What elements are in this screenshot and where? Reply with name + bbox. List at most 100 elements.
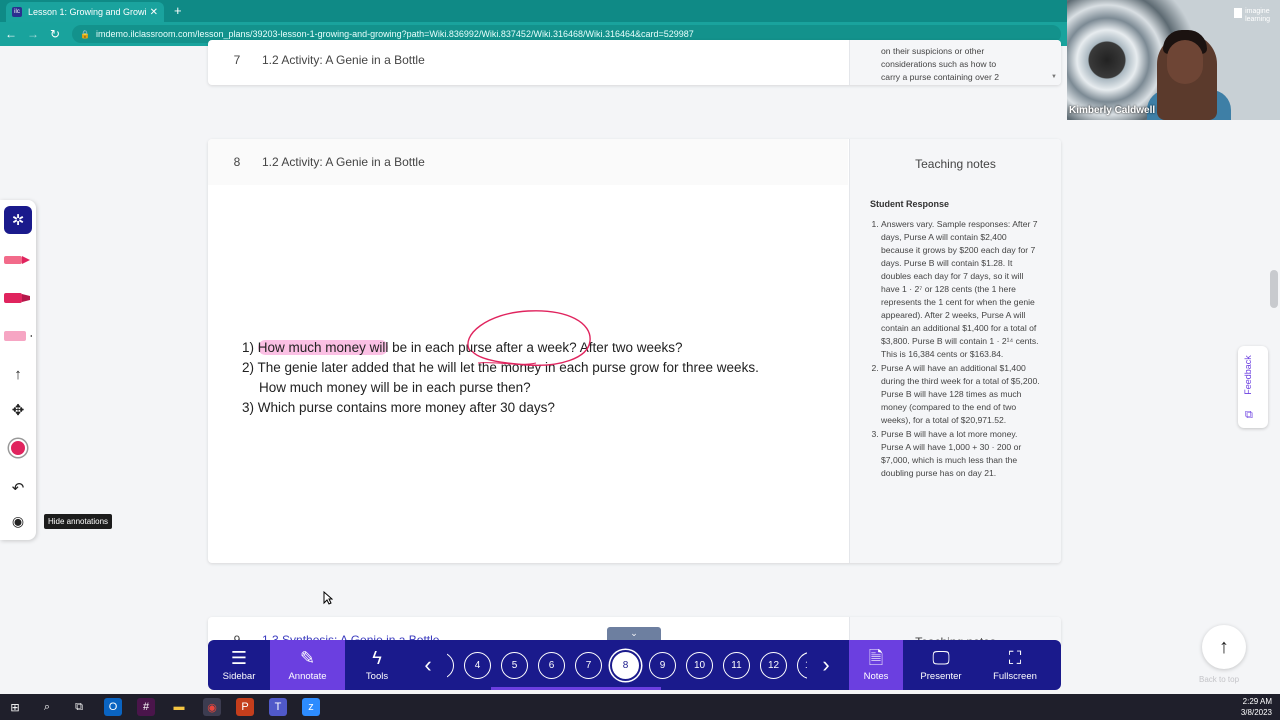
question-text: How much money will be in each purse the…	[259, 380, 531, 395]
hide-annotations-eye-icon[interactable]: ◉	[4, 507, 32, 535]
question-number: 1)	[242, 340, 255, 355]
slide-number: 7	[233, 53, 241, 67]
notes-line: considerations such as how to	[881, 59, 997, 69]
page-button-current[interactable]: 8	[612, 651, 639, 679]
page-button[interactable]: 6	[538, 651, 565, 679]
lightning-icon: ϟ	[372, 648, 382, 668]
question-3: 3) Which purse contains more money after…	[242, 398, 822, 418]
page-number-strip: 3 4 5 6 7 8 9 10 11 12 13	[447, 640, 807, 690]
tools-button[interactable]: ϟ Tools	[345, 640, 409, 690]
video-call-tile: imagine learning Kimberly Caldwell	[1067, 0, 1280, 120]
previous-page-button[interactable]: ‹	[409, 640, 447, 690]
page-button[interactable]: 12	[760, 651, 787, 679]
outlook-icon[interactable]: O	[104, 698, 122, 716]
page-button[interactable]: 9	[649, 651, 676, 679]
annotate-button[interactable]: ✎ Annotate	[270, 640, 345, 690]
pen-icon[interactable]	[4, 246, 32, 274]
chrome-icon[interactable]: ◉	[203, 698, 221, 716]
feedback-label: Feedback	[1242, 355, 1253, 395]
lock-icon: 🔒	[80, 29, 90, 39]
clock-date: 3/8/2023	[1240, 708, 1272, 717]
progress-bar	[491, 687, 661, 690]
page-button[interactable]: 7	[575, 651, 602, 679]
zoom-icon[interactable]: z	[302, 698, 320, 716]
response-item: Purse B will have a lot more money. Purs…	[881, 428, 1041, 480]
arrow-tool-icon[interactable]: ↑	[4, 360, 32, 388]
close-tab-icon[interactable]: ✕	[150, 7, 158, 18]
question-number: 2)	[242, 360, 255, 375]
teaching-notes-panel: Teaching notes Student Response Answers …	[849, 139, 1061, 563]
imagine-learning-logo: imagine learning	[1234, 8, 1270, 24]
page-button[interactable]: 10	[686, 651, 713, 679]
monitor-icon: 🖵	[932, 648, 950, 668]
presenter-button[interactable]: 🖵 Presenter	[903, 640, 979, 690]
sidebar-label: Sidebar	[222, 671, 256, 682]
slack-icon[interactable]: #	[137, 698, 155, 716]
fullscreen-button[interactable]: ⛶ Fullscreen	[979, 640, 1051, 690]
notes-button[interactable]: 🗎 Notes	[849, 640, 903, 690]
video-person-head	[1167, 40, 1203, 84]
tools-label: Tools	[365, 671, 389, 682]
scrollbar-thumb[interactable]	[1270, 270, 1278, 308]
slide-header: 7 1.2 Activity: A Genie in a Bottle	[208, 40, 848, 80]
color-picker-icon[interactable]	[4, 434, 32, 462]
fullscreen-label: Fullscreen	[993, 671, 1037, 682]
back-to-top-button[interactable]: ↑	[1202, 625, 1246, 669]
file-explorer-icon[interactable]: ▬	[170, 698, 188, 716]
teams-icon[interactable]: T	[269, 698, 287, 716]
scroll-down-icon[interactable]: ▼	[1051, 74, 1057, 80]
pen-annotation-circle	[467, 310, 591, 366]
page-button[interactable]: 4	[464, 651, 491, 679]
student-response-list: Answers vary. Sample responses: After 7 …	[881, 218, 1041, 480]
page-button[interactable]: 3	[447, 651, 454, 679]
cursor-select-icon[interactable]: ✲	[4, 206, 32, 234]
collapse-tab[interactable]: ⌄	[607, 627, 661, 640]
presentation-nav-bar: ☰ Sidebar ✎ Annotate ϟ Tools ‹ 3 4 5 6 7…	[208, 640, 1061, 690]
notes-line: carry a purse containing over 2	[881, 72, 999, 82]
annotation-toolbar: ✲ ↑ ✥ ↶ ◉	[0, 200, 36, 540]
page-button[interactable]: 13	[797, 651, 807, 679]
notes-heading: Teaching notes	[915, 157, 996, 171]
powerpoint-icon[interactable]: P	[236, 698, 254, 716]
question-text: Which purse contains more money after 30…	[257, 400, 555, 415]
reload-icon[interactable]: ↻	[44, 27, 66, 41]
annotate-label: Annotate	[288, 671, 327, 682]
notes-line: on their suspicions or other	[881, 46, 985, 56]
sidebar-button[interactable]: ☰ Sidebar	[208, 640, 270, 690]
notes-icon: 🗎	[868, 648, 884, 668]
eraser-icon[interactable]	[4, 322, 32, 350]
highlighted-text: How much money will	[257, 340, 389, 355]
system-clock: 2:29 AM 3/8/2023	[1241, 696, 1272, 718]
notes-subheading: Student Response	[870, 199, 950, 209]
browser-tab[interactable]: ilc Lesson 1: Growing and Growing | ✕	[6, 2, 164, 22]
url-text: imdemo.ilclassroom.com/lesson_plans/3920…	[95, 29, 694, 39]
windows-start-icon[interactable]: ⊞	[6, 698, 24, 716]
back-icon[interactable]: ←	[0, 27, 22, 41]
menu-icon: ☰	[230, 648, 248, 668]
slide-card-7: 7 1.2 Activity: A Genie in a Bottle on t…	[208, 40, 1061, 85]
clock-time: 2:29 AM	[1242, 697, 1272, 706]
slide-card-8: 8 1.2 Activity: A Genie in a Bottle 1) H…	[208, 139, 1061, 563]
feedback-icon: ⧉	[1245, 409, 1253, 421]
new-tab-icon[interactable]: +	[174, 3, 182, 18]
move-icon[interactable]: ✥	[4, 396, 32, 424]
response-item: Purse A will have an additional $1,400 d…	[881, 362, 1041, 427]
response-item: Answers vary. Sample responses: After 7 …	[881, 218, 1041, 361]
search-icon[interactable]: ⌕	[38, 698, 56, 716]
task-view-icon[interactable]: ⧉	[70, 698, 88, 716]
page-button[interactable]: 5	[501, 651, 528, 679]
undo-icon[interactable]: ↶	[4, 474, 32, 502]
slide-number: 8	[233, 155, 241, 169]
pencil-icon: ✎	[299, 648, 316, 668]
participant-name: Kimberly Caldwell	[1069, 105, 1156, 116]
presenter-label: Presenter	[920, 671, 962, 682]
feedback-tab[interactable]: Feedback ⧉	[1238, 346, 1268, 428]
forward-icon[interactable]: →	[22, 27, 44, 41]
page-button[interactable]: 11	[723, 651, 750, 679]
chevron-left-icon: ‹	[424, 652, 432, 677]
question-number: 3)	[242, 400, 255, 415]
next-page-button[interactable]: ›	[807, 640, 845, 690]
highlighter-icon[interactable]	[4, 284, 32, 312]
teaching-notes-panel: on their suspicions or other considerati…	[849, 40, 1061, 85]
ilc-favicon-icon: ilc	[12, 7, 22, 17]
